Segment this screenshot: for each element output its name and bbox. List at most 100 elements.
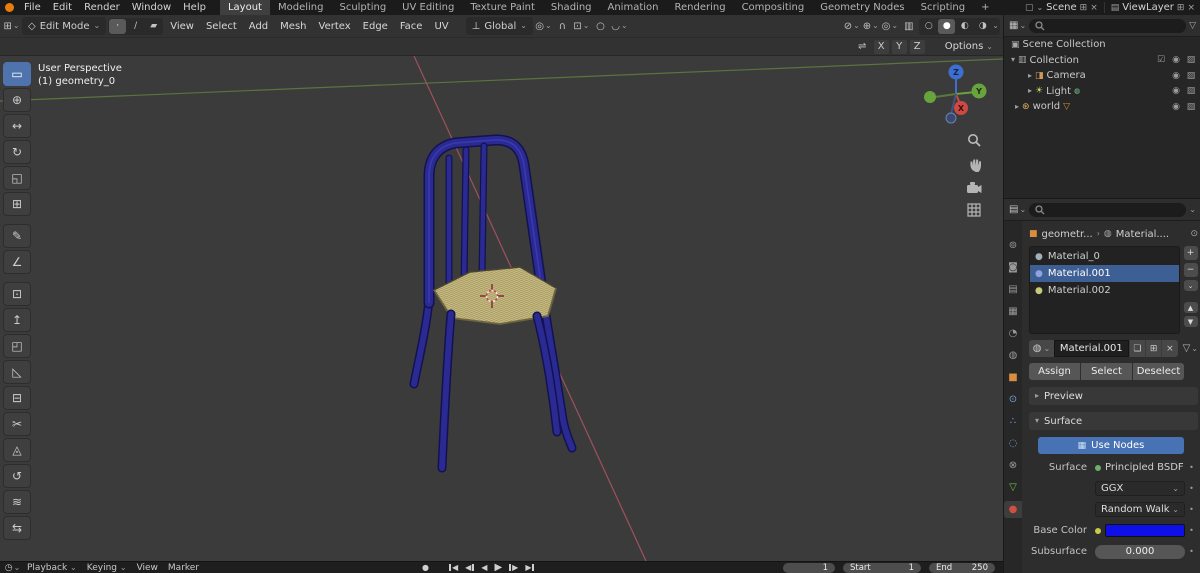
assign-button[interactable]: Assign (1029, 363, 1080, 380)
move-slot-down-button[interactable]: ▼ (1183, 316, 1198, 327)
menu-add[interactable]: Add (244, 21, 273, 32)
unlink-scene-icon[interactable]: × (1090, 3, 1098, 13)
camera-view-button[interactable] (962, 175, 986, 199)
visibility-dropdown-button[interactable]: ⊘ ⌄ (843, 18, 860, 35)
menu-render[interactable]: Render (78, 0, 126, 15)
decorator-dot[interactable]: • (1185, 526, 1198, 535)
select-box-tool[interactable]: ▭ (3, 62, 31, 86)
workspace-tab-scripting[interactable]: Scripting (913, 0, 973, 15)
autokey-button[interactable]: ● (422, 563, 429, 572)
outliner-row-light[interactable]: ▸ ☀ Light ◍ ◉ ▨ (1004, 84, 1200, 100)
hide-eye-icon[interactable]: ◉ (1170, 71, 1182, 81)
zoom-button[interactable] (962, 128, 986, 152)
loop-cut-tool[interactable]: ⊟ (3, 386, 31, 410)
knife-tool[interactable]: ✂ (3, 412, 31, 436)
inset-faces-tool[interactable]: ◰ (3, 334, 31, 358)
menu-edit[interactable]: Edit (47, 0, 78, 15)
menu-playback[interactable]: Playback ⌄ (23, 563, 81, 573)
gizmo-axis-neg-y[interactable] (924, 91, 936, 103)
workspace-tab-texture-paint[interactable]: Texture Paint (462, 0, 543, 15)
next-keyframe-button[interactable]: ▶ (509, 563, 518, 572)
play-reverse-button[interactable]: ◀ (481, 563, 487, 572)
transform-orientation-selector[interactable]: ⊥ Global ⌄ (465, 17, 533, 35)
menu-help[interactable]: Help (177, 0, 212, 15)
deselect-button[interactable]: Deselect (1133, 363, 1184, 380)
mirror-z-button[interactable]: Z (909, 39, 925, 54)
jump-start-button[interactable]: ◀ (448, 563, 458, 572)
exclude-checkbox[interactable]: ☑ (1155, 55, 1167, 65)
poly-build-tool[interactable]: ◬ (3, 438, 31, 462)
tab-particles[interactable]: ∴ (1004, 413, 1022, 430)
properties-editor-type-button[interactable]: ▤ ⌄ (1009, 202, 1026, 217)
measure-tool[interactable]: ∠ (3, 250, 31, 274)
move-slot-up-button[interactable]: ▲ (1183, 302, 1198, 313)
orthographic-toggle-button[interactable] (962, 198, 986, 222)
material-slot-row-selected[interactable]: ● Material.001 (1030, 265, 1179, 282)
workspace-tab-rendering[interactable]: Rendering (666, 0, 733, 15)
material-preview-button[interactable]: ◐ (956, 19, 973, 34)
workspace-tab-compositing[interactable]: Compositing (734, 0, 813, 15)
vertex-select-button[interactable]: · (109, 18, 127, 34)
solid-shading-button[interactable]: ● (938, 18, 956, 34)
browse-material-button[interactable]: ◍ ⌄ (1029, 340, 1054, 357)
menu-vertex[interactable]: Vertex (314, 21, 356, 32)
remove-viewlayer-icon[interactable]: × (1187, 3, 1195, 13)
navigation-gizmo[interactable]: Z Y X (924, 64, 987, 124)
cursor-tool[interactable]: ⊕ (3, 88, 31, 112)
workspace-tab-animation[interactable]: Animation (600, 0, 667, 15)
snap-target-button[interactable]: ⊡ ⌄ (573, 18, 590, 35)
workspace-tab-uv-editing[interactable]: UV Editing (394, 0, 462, 15)
base-color-swatch[interactable] (1105, 524, 1185, 537)
disable-render-icon[interactable]: ▨ (1185, 55, 1197, 65)
proportional-edit-button[interactable]: ○ (592, 18, 609, 35)
pin-icon[interactable]: ⊙ (1190, 229, 1198, 239)
proportional-falloff-button[interactable]: ◡ ⌄ (611, 18, 628, 35)
chair-mesh[interactable] (409, 134, 577, 473)
expand-arrow-icon[interactable]: ▾ (1011, 56, 1015, 64)
outliner-display-mode-button[interactable]: ▦ ⌄ (1009, 18, 1026, 33)
tab-modifiers[interactable]: ⊙ (1004, 391, 1022, 408)
add-slot-button[interactable]: + (1183, 246, 1198, 260)
preview-panel-header[interactable]: ▸ Preview (1029, 387, 1198, 405)
decorator-dot[interactable]: • (1185, 463, 1198, 472)
expand-arrow-icon[interactable]: ▸ (1028, 87, 1032, 95)
tab-scene[interactable]: ◔ (1004, 325, 1022, 342)
slot-specials-button[interactable]: ⌄ (1183, 280, 1198, 291)
bevel-tool[interactable]: ◺ (3, 360, 31, 384)
move-tool[interactable]: ↔ (3, 114, 31, 138)
menu-marker[interactable]: Marker (164, 563, 203, 573)
workspace-tab-modeling[interactable]: Modeling (270, 0, 332, 15)
tab-world[interactable]: ◍ (1004, 347, 1022, 364)
disable-render-icon[interactable]: ▨ (1185, 71, 1197, 81)
unlink-button[interactable]: × (1161, 340, 1178, 357)
subsurface-method-dropdown[interactable]: Random Walk ⌄ (1095, 502, 1185, 517)
tab-object-data[interactable]: ▽ (1004, 479, 1022, 496)
subsurface-value-field[interactable]: 0.000 (1095, 544, 1185, 559)
current-frame-field[interactable]: 1 (783, 562, 835, 573)
timeline-editor-type-button[interactable]: ◷ ⌄ (4, 562, 21, 573)
face-select-button[interactable]: ▰ (145, 19, 162, 34)
pan-hand-button[interactable] (962, 152, 986, 176)
mirror-x-button[interactable]: X (873, 39, 889, 54)
menu-file[interactable]: File (18, 0, 47, 15)
filter-group[interactable]: ▽ ⌄ (1183, 343, 1198, 354)
outliner-row-camera[interactable]: ▸ ◨ Camera ◉ ▨ (1004, 68, 1200, 84)
menu-keying[interactable]: Keying ⌄ (83, 563, 131, 573)
distribution-dropdown[interactable]: GGX ⌄ (1095, 481, 1185, 496)
workspace-tab-geometry-nodes[interactable]: Geometry Nodes (812, 0, 912, 15)
edge-select-button[interactable]: ∕ (127, 19, 144, 34)
disable-render-icon[interactable]: ▨ (1185, 102, 1197, 112)
outliner-row-scene-collection[interactable]: ▣ Scene Collection (1004, 37, 1200, 53)
outliner-search-input[interactable] (1029, 18, 1187, 33)
tab-constraints[interactable]: ⊗ (1004, 457, 1022, 474)
add-workspace-button[interactable]: + (973, 0, 997, 15)
viewlayer-icon[interactable]: ▤ (1111, 3, 1120, 13)
material-slot-row[interactable]: ● Material_0 (1030, 248, 1179, 265)
disable-render-icon[interactable]: ▨ (1185, 86, 1197, 96)
surface-shader-value[interactable]: Principled BSDF (1095, 462, 1185, 473)
new-viewlayer-icon[interactable]: ⊞ (1177, 3, 1185, 13)
mirror-y-button[interactable]: Y (891, 39, 907, 54)
menu-uv[interactable]: UV (429, 21, 453, 32)
play-button[interactable]: ▶ (494, 562, 502, 573)
snap-toggle-button[interactable]: ∩ (554, 18, 571, 35)
